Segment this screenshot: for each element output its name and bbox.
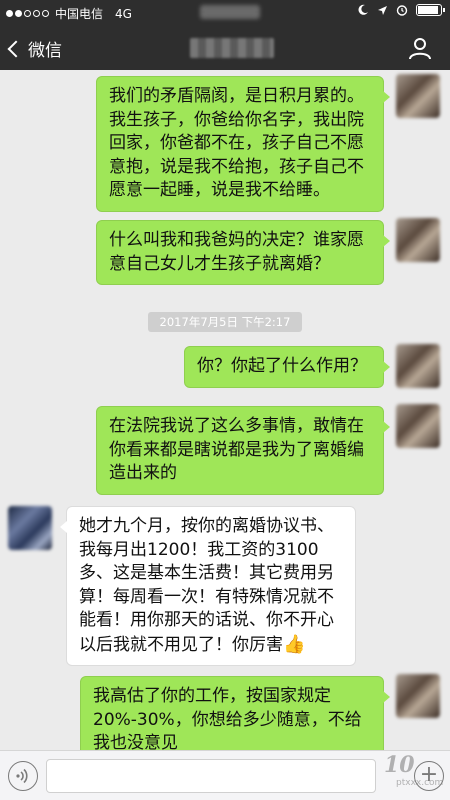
message-bubble-sent[interactable]: 什么叫我和我爸妈的决定？谁家愿意自己女儿才生孩子就离婚？ bbox=[96, 220, 390, 285]
profile-icon[interactable] bbox=[408, 36, 432, 60]
message-bubble-sent[interactable]: 在法院我说了这么多事情，敢情在你看来都是瞎说都是我为了离婚编造出来的 bbox=[96, 406, 390, 495]
message-bubble-received[interactable]: 她才九个月，按你的离婚协议书、我每月出1200！我工资的3100多、这是基本生活… bbox=[60, 506, 356, 666]
status-left: 中国电信 4G bbox=[6, 5, 132, 22]
avatar[interactable] bbox=[396, 344, 440, 388]
message-text: 什么叫我和我爸妈的决定？谁家愿意自己女儿才生孩子就离婚？ bbox=[109, 230, 364, 274]
avatar[interactable] bbox=[396, 404, 440, 448]
status-right bbox=[357, 4, 445, 16]
message-text: 你？你起了什么作用？ bbox=[197, 356, 367, 376]
moon-icon bbox=[358, 4, 368, 15]
clock-redacted bbox=[200, 5, 260, 19]
back-label: 微信 bbox=[28, 41, 62, 61]
watermark-logo: 10 bbox=[384, 752, 415, 778]
voice-icon bbox=[16, 768, 28, 784]
chevron-left-icon bbox=[7, 40, 25, 57]
message-input[interactable] bbox=[46, 759, 376, 793]
network-type: 4G bbox=[115, 6, 132, 21]
message-text: 我高估了你的工作，按国家规定20%-30%，你想给多少随意，不给我也没意见 bbox=[93, 686, 362, 750]
chat-title-redacted bbox=[190, 38, 274, 58]
battery-icon bbox=[416, 4, 445, 16]
input-bar: + bbox=[0, 750, 450, 800]
watermark-url: ptxxx.com bbox=[396, 778, 444, 788]
signal-strength-icon bbox=[6, 10, 49, 17]
message-bubble-sent[interactable]: 我高估了你的工作，按国家规定20%-30%，你想给多少随意，不给我也没意见 bbox=[80, 676, 390, 750]
avatar[interactable] bbox=[396, 218, 440, 262]
message-bubble-sent[interactable]: 你？你起了什么作用？ bbox=[184, 346, 390, 388]
message-text: 我们的矛盾隔阂，是日积月累的。我生孩子，你爸给你名字，我出院回家，你爸都不在，孩… bbox=[109, 86, 364, 200]
message-text: 在法院我说了这么多事情，敢情在你看来都是瞎说都是我为了离婚编造出来的 bbox=[109, 416, 364, 483]
thumbs-up-emoji: 👍 bbox=[283, 633, 306, 655]
chat-timestamp: 2017年7月5日 下午2:17 bbox=[148, 312, 302, 332]
avatar[interactable] bbox=[396, 674, 440, 718]
back-button[interactable]: 微信 bbox=[7, 36, 62, 61]
chat-area[interactable]: 我们的矛盾隔阂，是日积月累的。我生孩子，你爸给你名字，我出院回家，你爸都不在，孩… bbox=[0, 70, 450, 750]
status-bar: 中国电信 4G bbox=[0, 0, 450, 26]
message-bubble-sent[interactable]: 我们的矛盾隔阂，是日积月累的。我生孩子，你爸给你名字，我出院回家，你爸都不在，孩… bbox=[96, 76, 390, 212]
location-icon bbox=[378, 5, 387, 15]
nav-bar: 微信 bbox=[0, 26, 450, 70]
voice-input-button[interactable] bbox=[8, 761, 38, 791]
carrier-name: 中国电信 bbox=[55, 7, 104, 21]
alarm-icon bbox=[396, 5, 408, 16]
avatar[interactable] bbox=[396, 74, 440, 118]
avatar[interactable] bbox=[8, 506, 52, 550]
